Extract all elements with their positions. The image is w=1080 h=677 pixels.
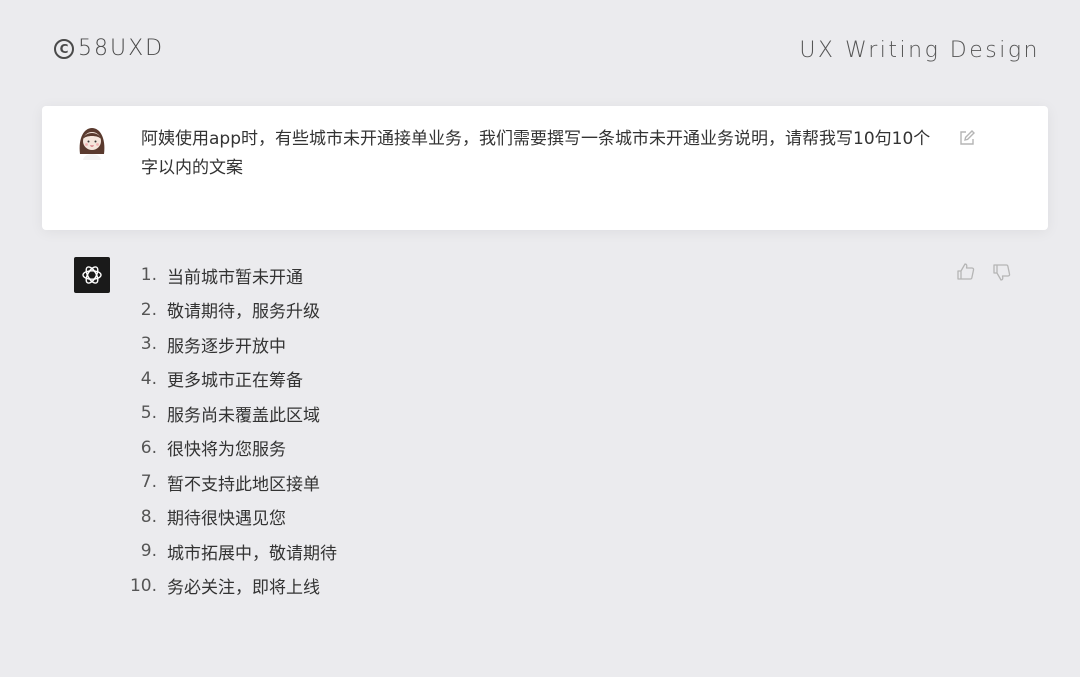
list-item-text: 很快将为您服务 xyxy=(167,440,286,461)
woman-avatar-icon xyxy=(74,124,110,160)
brand-logo: C 58UXD xyxy=(54,36,164,61)
list-item-number: 9. xyxy=(140,541,157,562)
list-item-number: 2. xyxy=(140,299,157,320)
assistant-answer-list: 1. 当前城市暂未开通 2. 敬请期待，服务升级 3. 服务逐步开放中 4. 更多城市正在筹备… xyxy=(120,258,337,603)
user-message-text: 阿姨使用app时，有些城市未开通接单业务，我们需要撰写一条城市未开通业务说明，请… xyxy=(141,129,931,178)
list-item: 7. 暂不支持此地区接单 xyxy=(120,465,337,500)
openai-logo-icon xyxy=(74,257,110,293)
list-item-number: 10. xyxy=(129,575,157,596)
list-item: 5. 服务尚未覆盖此区域 xyxy=(120,396,337,431)
thumbs-down-icon[interactable] xyxy=(992,262,1012,286)
list-item-text: 服务逐步开放中 xyxy=(167,336,286,357)
list-item-text: 城市拓展中，敬请期待 xyxy=(167,543,337,564)
tagline: UX Writing Design xyxy=(799,38,1040,63)
list-item: 2. 敬请期待，服务升级 xyxy=(120,293,337,328)
list-item: 3. 服务逐步开放中 xyxy=(120,327,337,362)
list-item-number: 5. xyxy=(140,403,157,424)
list-item-number: 3. xyxy=(140,334,157,355)
list-item-text: 当前城市暂未开通 xyxy=(167,267,303,288)
list-item-text: 期待很快遇见您 xyxy=(167,509,286,530)
list-item-number: 1. xyxy=(140,265,157,286)
list-item-number: 6. xyxy=(140,437,157,458)
list-item: 4. 更多城市正在筹备 xyxy=(120,362,337,397)
feedback-buttons xyxy=(956,262,1012,286)
list-item-text: 更多城市正在筹备 xyxy=(167,371,303,392)
list-item: 1. 当前城市暂未开通 xyxy=(120,258,337,293)
thumbs-up-icon[interactable] xyxy=(956,262,976,286)
list-item-text: 务必关注，即将上线 xyxy=(167,578,320,599)
list-item-number: 7. xyxy=(140,472,157,493)
list-item: 10. 务必关注，即将上线 xyxy=(120,569,337,604)
list-item-text: 暂不支持此地区接单 xyxy=(167,474,320,495)
list-item: 9. 城市拓展中，敬请期待 xyxy=(120,534,337,569)
list-item: 6. 很快将为您服务 xyxy=(120,431,337,466)
edit-icon[interactable] xyxy=(958,129,976,147)
list-item-number: 8. xyxy=(140,506,157,527)
brand-name: 58UXD xyxy=(78,36,165,61)
copyright-icon: C xyxy=(54,38,74,59)
list-item-text: 服务尚未覆盖此区域 xyxy=(167,405,320,426)
list-item-text: 敬请期待，服务升级 xyxy=(167,302,320,323)
list-item: 8. 期待很快遇见您 xyxy=(120,500,337,535)
list-item-number: 4. xyxy=(140,368,157,389)
user-message: 阿姨使用app时，有些城市未开通接单业务，我们需要撰写一条城市未开通业务说明，请… xyxy=(42,106,1048,230)
